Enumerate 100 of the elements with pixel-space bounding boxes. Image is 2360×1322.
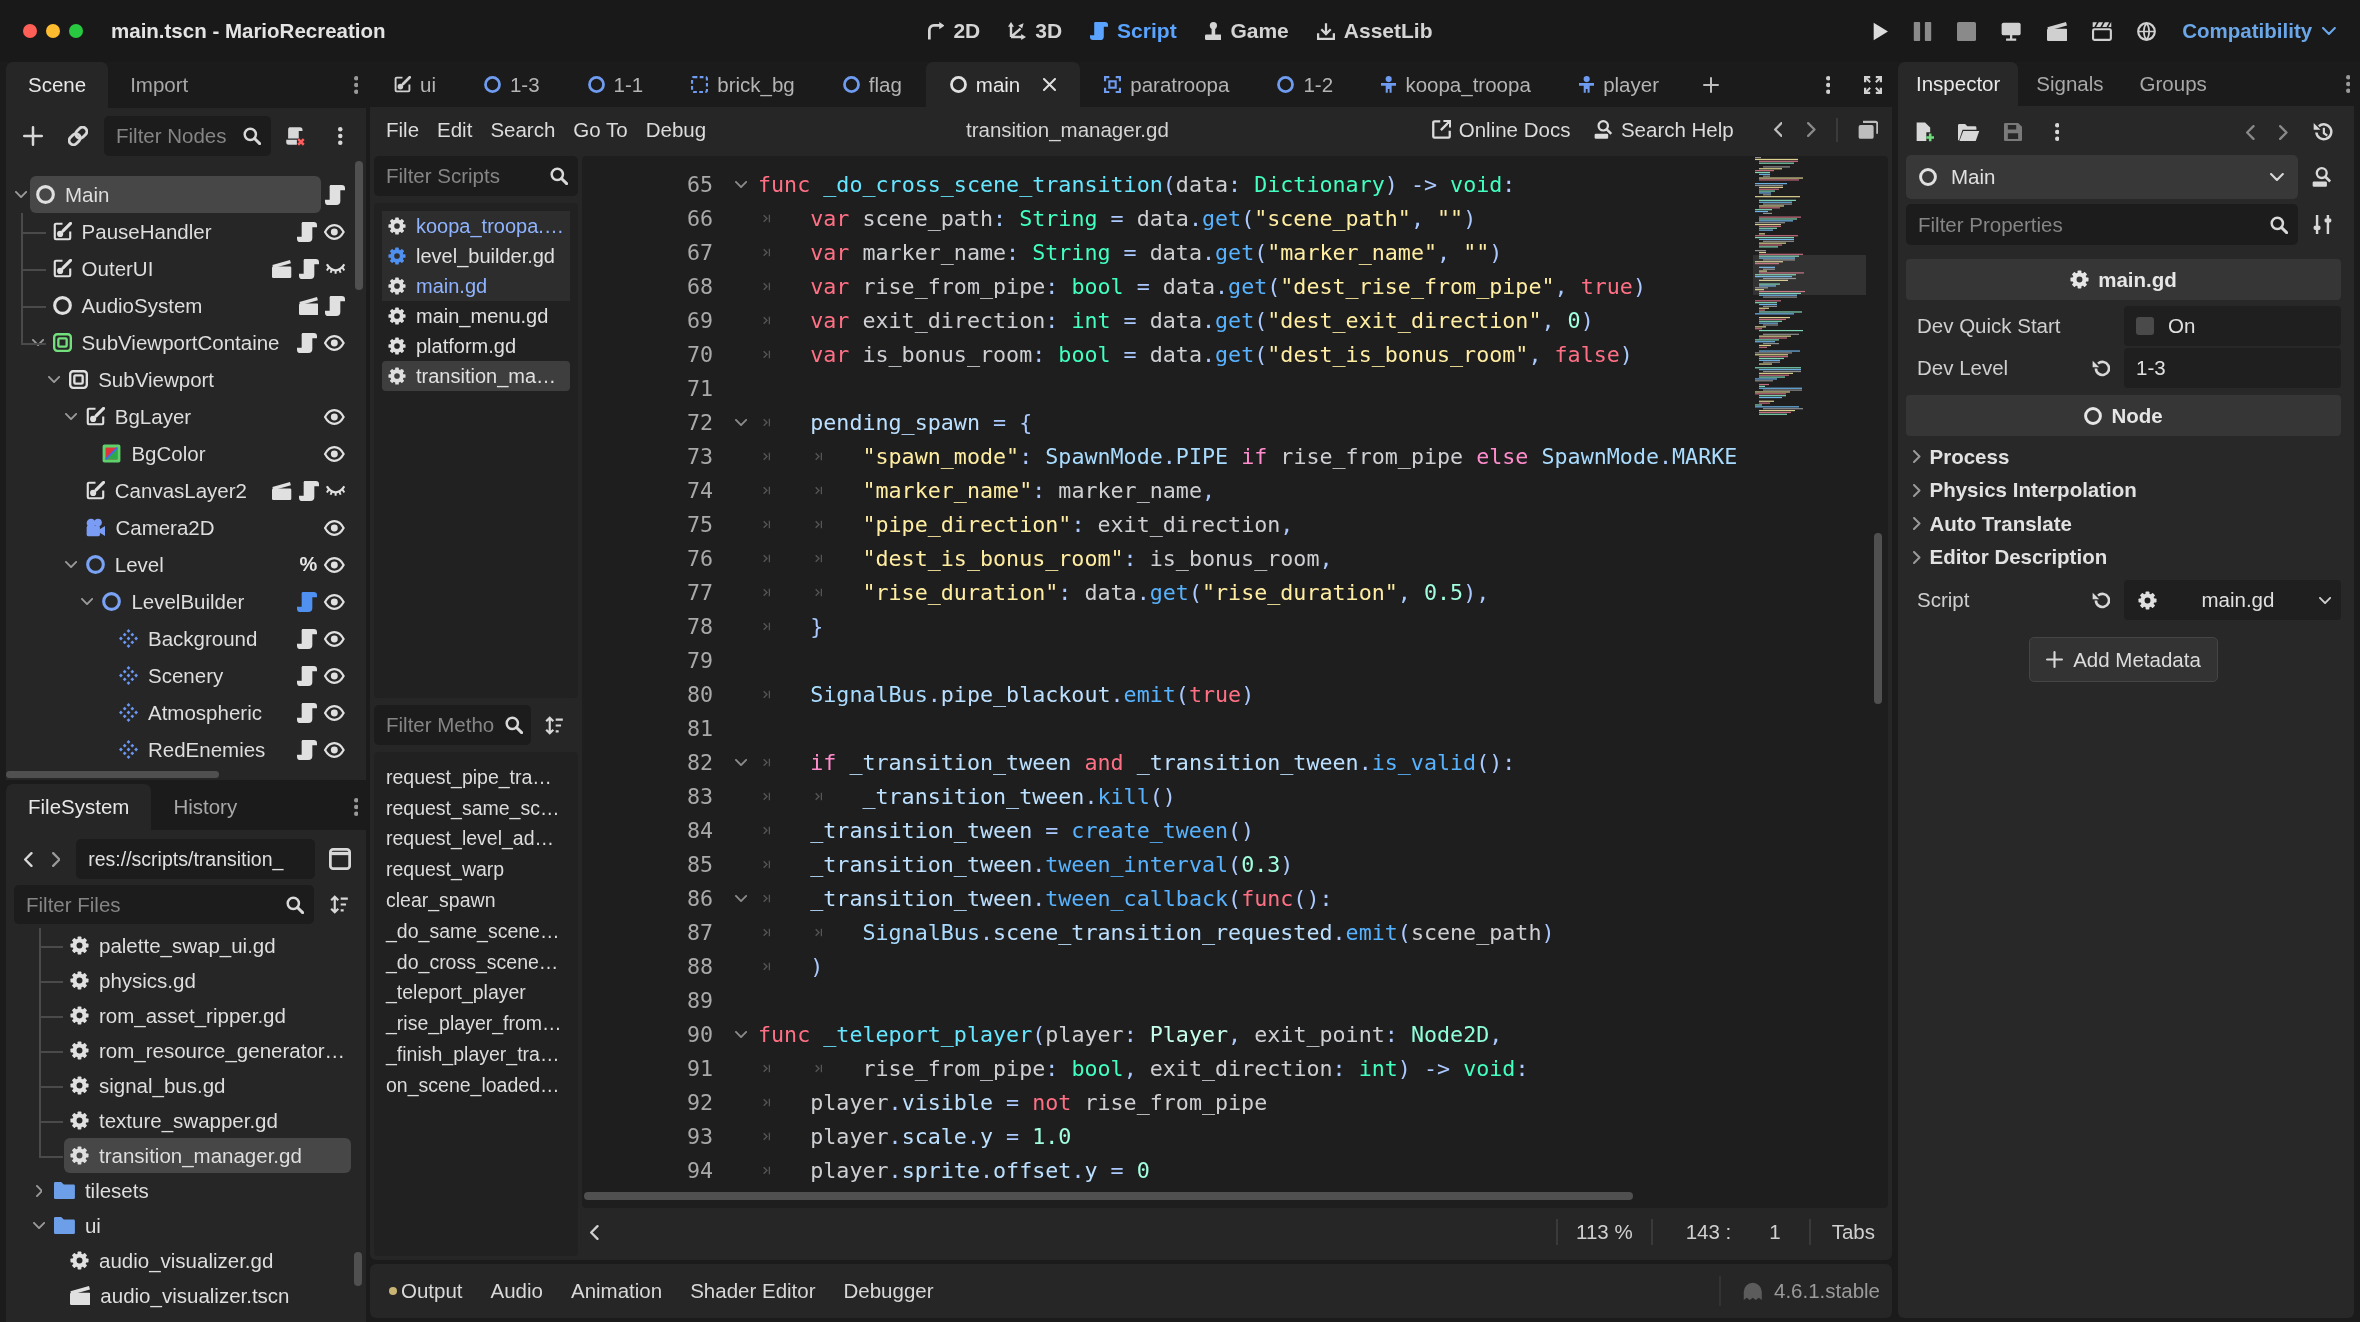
menu-item[interactable]: Debug xyxy=(636,111,716,148)
panel-tab[interactable]: Animation xyxy=(557,1271,677,1311)
tree-item[interactable]: OuterUI xyxy=(46,250,269,287)
chevron-down-icon[interactable] xyxy=(64,561,77,568)
doc-search-icon[interactable] xyxy=(2312,167,2332,187)
method-item[interactable]: _rise_player_from… xyxy=(386,1012,562,1036)
clapperboard-icon[interactable] xyxy=(2046,21,2067,41)
indentation-mode[interactable]: Tabs xyxy=(1831,1220,1875,1244)
document-tab[interactable]: player xyxy=(1554,62,1683,107)
tree-item[interactable]: signal_bus.gd xyxy=(64,1068,351,1103)
unique-name-marker[interactable]: % xyxy=(299,553,318,576)
tree-item[interactable]: transition_manager.gd xyxy=(64,1138,351,1173)
panel-tab[interactable]: Audio xyxy=(476,1271,557,1311)
tree-item[interactable]: Atmospheric xyxy=(113,694,294,731)
window-close-button[interactable] xyxy=(23,24,37,38)
scroll-icon[interactable] xyxy=(297,332,318,353)
checkbox-field[interactable]: On xyxy=(2124,306,2341,346)
scrollbar[interactable] xyxy=(354,1252,362,1286)
method-item[interactable]: clear_spawn xyxy=(386,889,496,913)
clapperboard-icon[interactable] xyxy=(272,259,292,278)
chevron-down-icon[interactable] xyxy=(14,191,28,198)
menu-icon[interactable] xyxy=(353,798,358,816)
filter-input[interactable]: Filter Scripts xyxy=(374,156,542,196)
close-icon[interactable] xyxy=(1043,78,1057,91)
menu-icon[interactable] xyxy=(338,127,343,145)
help-button[interactable]: Online Docs xyxy=(1419,111,1583,148)
panel-tab[interactable]: Debugger xyxy=(829,1271,948,1311)
pause-icon[interactable] xyxy=(1913,21,1933,41)
chevron-down-icon[interactable] xyxy=(81,598,94,605)
tree-item[interactable]: SubViewport xyxy=(63,361,341,398)
scroll-icon[interactable] xyxy=(297,628,318,649)
scroll-x-icon[interactable] xyxy=(285,126,305,146)
document-tab[interactable]: paratroopa xyxy=(1080,62,1254,107)
dock-tab[interactable]: Groups xyxy=(2121,62,2225,106)
scroll-icon[interactable] xyxy=(298,480,319,501)
renderer-dropdown[interactable]: Compatibility xyxy=(2182,19,2336,43)
fullscreen-icon[interactable] xyxy=(1864,75,1882,94)
clapperboard-icon[interactable] xyxy=(298,296,318,315)
dock-tab[interactable]: Inspector xyxy=(1898,62,2019,106)
tree-item[interactable]: RedEnemies xyxy=(113,731,294,768)
dock-tab[interactable]: History xyxy=(151,784,260,830)
globe-icon[interactable] xyxy=(2136,21,2156,41)
script-list-item[interactable]: transition_ma… xyxy=(382,361,570,391)
scroll-icon[interactable] xyxy=(297,221,318,242)
dock-tab[interactable]: FileSystem xyxy=(6,784,152,830)
method-item[interactable]: _do_same_scene… xyxy=(386,919,560,943)
script-list-item[interactable]: main_menu.gd xyxy=(382,301,570,331)
history-icon[interactable] xyxy=(2312,122,2334,142)
eye-icon[interactable] xyxy=(324,223,345,240)
overlapping-squares-icon[interactable] xyxy=(1858,119,1878,140)
eye-icon[interactable] xyxy=(324,445,345,462)
add-icon[interactable] xyxy=(23,126,43,146)
tree-item[interactable]: Level xyxy=(79,546,296,583)
link-icon[interactable] xyxy=(68,126,88,146)
tree-item[interactable]: texture_swapper.gd xyxy=(64,1103,351,1138)
document-tab[interactable]: koopa_troopa xyxy=(1357,62,1555,107)
scroll-icon[interactable] xyxy=(325,295,345,316)
filter-field[interactable]: Filter Metho xyxy=(374,705,531,745)
script-list-item[interactable]: main.gd xyxy=(382,271,570,301)
document-tab[interactable]: 1-1 xyxy=(563,62,668,107)
workspace-tab[interactable]: 3D xyxy=(994,13,1077,49)
chevron-left-icon[interactable] xyxy=(590,1224,599,1240)
closed-eye-icon[interactable] xyxy=(325,263,345,274)
clapperboard-icon[interactable] xyxy=(272,481,292,500)
method-item[interactable]: _teleport_player xyxy=(386,981,526,1005)
stop-icon[interactable] xyxy=(1957,21,1977,41)
tree-item[interactable]: ui xyxy=(48,1208,351,1243)
scroll-icon[interactable] xyxy=(297,739,318,760)
tree-item[interactable]: BgColor xyxy=(96,435,321,472)
menu-icon[interactable] xyxy=(2345,75,2350,93)
tree-item[interactable]: Scenery xyxy=(113,657,294,694)
menu-item[interactable]: Go To xyxy=(564,111,637,148)
document-tab[interactable]: flag xyxy=(818,62,926,107)
chevron-down-icon[interactable] xyxy=(32,1222,46,1229)
chevron-left-icon[interactable] xyxy=(2246,124,2255,140)
method-item[interactable]: request_same_sc… xyxy=(386,796,560,820)
tree-item[interactable]: rom_asset_ripper.gd xyxy=(64,998,351,1033)
tree-item[interactable]: BgLayer xyxy=(79,398,321,435)
tree-item[interactable]: audio_visualizer.tscn xyxy=(64,1278,351,1313)
scrollbar[interactable] xyxy=(6,771,219,778)
method-item[interactable]: on_scene_loaded… xyxy=(386,1073,560,1097)
document-tab[interactable]: brick_bg xyxy=(667,62,819,107)
text-field[interactable]: 1-3 xyxy=(2124,348,2341,388)
chevron-down-icon[interactable] xyxy=(31,339,44,346)
scroll-icon[interactable] xyxy=(297,591,318,612)
property-group[interactable]: Physics Interpolation xyxy=(1906,473,2341,507)
dock-tab[interactable]: Import xyxy=(108,62,211,108)
dock-tab[interactable]: Signals xyxy=(2018,62,2122,106)
scrollbar[interactable] xyxy=(1874,533,1882,704)
filter-field[interactable]: Filter Scripts xyxy=(374,156,578,196)
window-icon[interactable] xyxy=(329,848,352,870)
checkbox[interactable] xyxy=(2136,317,2154,335)
panel-tab[interactable]: Output xyxy=(375,1271,477,1311)
new-document-icon[interactable] xyxy=(1915,122,1935,142)
script-list-item[interactable]: platform.gd xyxy=(382,331,570,361)
revert-icon[interactable] xyxy=(2091,591,2111,609)
property-group[interactable]: Process xyxy=(1906,440,2341,474)
chevron-right-icon[interactable] xyxy=(1807,122,1816,137)
menu-item[interactable]: Edit xyxy=(428,111,482,148)
folder-icon[interactable] xyxy=(1958,123,1980,141)
